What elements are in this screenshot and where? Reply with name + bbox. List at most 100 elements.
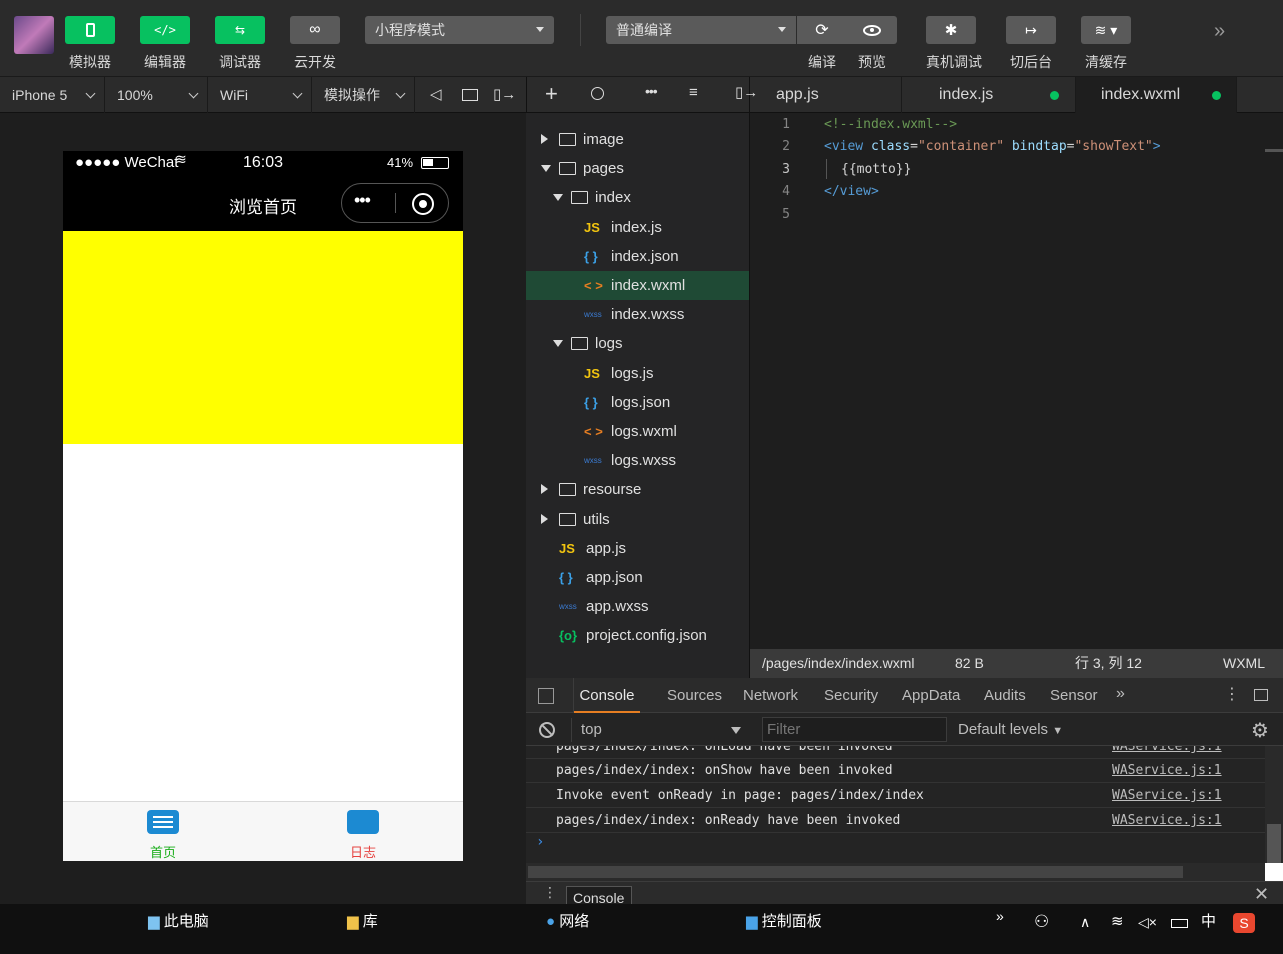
divider	[580, 14, 581, 46]
console-prompt-icon[interactable]: ›	[536, 834, 544, 850]
tree-item-app-js[interactable]: JS app.js	[526, 534, 749, 563]
chat-icon	[147, 810, 179, 834]
tree-item-index[interactable]: index	[526, 183, 749, 212]
taskbar-network[interactable]: ● 网络	[546, 904, 589, 954]
code-editor[interactable]: 1 2 3 4 5 <!--index.wxml--> <view class=…	[750, 113, 1283, 649]
tree-item-app-wxss[interactable]: wxss app.wxss	[526, 592, 749, 621]
preview-button[interactable]: 预览	[847, 16, 897, 72]
volume-icon[interactable]: ◁	[430, 85, 442, 103]
tree-item-logs[interactable]: logs	[526, 329, 749, 358]
wifi-icon[interactable]: ≋	[1111, 904, 1124, 954]
taskbar-this-pc[interactable]: ▆ 此电脑	[148, 904, 209, 954]
log-source-link[interactable]: WAService.js:1	[1112, 783, 1222, 808]
tree-item-index-wxss[interactable]: wxss index.wxss	[526, 300, 749, 329]
close-miniprogram-icon[interactable]	[412, 193, 434, 215]
clear-cache-button[interactable]: ≋ ▾ 清缓存	[1081, 16, 1131, 72]
drawer-tab-console[interactable]: Console	[566, 886, 632, 906]
battery-icon[interactable]	[1171, 919, 1188, 928]
devtools-tab-sources[interactable]: Sources	[667, 678, 722, 713]
phone-nav-bar: 浏览首页 •••	[63, 175, 463, 231]
console-scrollbar[interactable]	[1265, 746, 1283, 881]
undock-icon[interactable]	[1254, 689, 1268, 701]
taskbar-overflow-icon[interactable]: »	[996, 898, 1004, 948]
volume-muted-icon[interactable]: ◁×	[1138, 904, 1157, 954]
search-icon[interactable]	[591, 87, 604, 100]
devtools-tab-console[interactable]: Console	[574, 678, 640, 713]
simulator-button[interactable]: 模拟器	[65, 16, 115, 72]
detach-icon[interactable]: ▯→	[493, 85, 516, 103]
tree-item-label: app.js	[586, 539, 627, 557]
taskbar-library[interactable]: ▆ 库	[347, 904, 378, 954]
cloud-button[interactable]: ∞ 云开发	[290, 16, 340, 72]
devtools-tab-appdata[interactable]: AppData	[902, 678, 960, 713]
context-select[interactable]: top	[581, 713, 746, 746]
more-tabs-icon[interactable]: »	[1116, 685, 1125, 703]
clear-console-icon[interactable]	[539, 722, 555, 738]
tree-item-utils[interactable]: utils	[526, 505, 749, 534]
levels-select[interactable]: Default levels ▼	[958, 713, 1063, 746]
tree-item-logs-wxss[interactable]: wxss logs.wxss	[526, 446, 749, 475]
console-filter-input[interactable]	[762, 717, 947, 742]
compile-select[interactable]: 普通编译	[606, 16, 796, 44]
more-dots-icon[interactable]: •••	[354, 190, 371, 211]
more-dots-icon[interactable]: •••	[645, 83, 658, 99]
tab-app-js[interactable]: app.js	[751, 77, 901, 113]
chevron-up-icon[interactable]: ∧	[1080, 904, 1090, 954]
tab-home[interactable]: 首页	[123, 802, 203, 861]
background-button[interactable]: ↦ 切后台	[1006, 16, 1056, 72]
language-mode[interactable]: WXML	[1223, 649, 1265, 678]
tree-item-index-js[interactable]: JS index.js	[526, 213, 749, 242]
network-select[interactable]: WiFi	[208, 77, 312, 113]
devtools-tab-audits[interactable]: Audits	[984, 678, 1026, 713]
devtools-tab-network[interactable]: Network	[743, 678, 798, 713]
tree-item-project-config-json[interactable]: {o} project.config.json	[526, 621, 749, 650]
tree-item-index-wxml[interactable]: < > index.wxml	[526, 271, 749, 300]
kebab-menu-icon[interactable]: ⋮	[1224, 684, 1240, 704]
cursor-position[interactable]: 行 3, 列 12	[1075, 649, 1142, 678]
capsule-menu: •••	[341, 183, 449, 223]
taskbar-label: 控制面板	[761, 913, 822, 930]
console-h-scrollbar[interactable]	[526, 863, 1265, 881]
devtools-tab-sensor[interactable]: Sensor	[1050, 678, 1098, 713]
sogou-icon[interactable]: S	[1233, 913, 1255, 933]
ime-indicator[interactable]: 中	[1201, 904, 1216, 954]
tree-item-logs-json[interactable]: { } logs.json	[526, 388, 749, 417]
device-select[interactable]: iPhone 5	[0, 77, 105, 113]
real-debug-button[interactable]: ✱ 真机调试	[926, 16, 982, 72]
collapse-icon[interactable]: ≡	[689, 84, 698, 101]
taskbar-control-panel[interactable]: ▆ 控制面板	[746, 904, 822, 954]
divider	[395, 193, 396, 213]
devtools-tab-security[interactable]: Security	[824, 678, 878, 713]
close-icon[interactable]: ✕	[1254, 884, 1269, 905]
tree-item-pages[interactable]: pages	[526, 154, 749, 183]
tree-item-label: pages	[583, 160, 624, 178]
compile-button[interactable]: ⟳ 编译	[797, 16, 847, 72]
inspect-icon[interactable]	[538, 688, 554, 704]
tree-item-logs-wxml[interactable]: < > logs.wxml	[526, 417, 749, 446]
avatar[interactable]	[14, 16, 54, 54]
log-source-link[interactable]: WAService.js:1	[1112, 808, 1222, 833]
add-icon[interactable]: +	[545, 81, 558, 107]
container-view[interactable]	[63, 231, 463, 444]
wxml-file-icon: < >	[584, 424, 603, 439]
tab-log[interactable]: 日志	[323, 802, 403, 861]
tree-item-logs-js[interactable]: JS logs.js	[526, 359, 749, 388]
zoom-select[interactable]: 100%	[105, 77, 208, 113]
tree-item-resourse[interactable]: resourse	[526, 475, 749, 504]
drawer-menu-icon[interactable]: ⋮	[543, 884, 557, 901]
gear-icon[interactable]: ⚙	[1251, 718, 1269, 743]
people-icon[interactable]: ⚇	[1034, 904, 1049, 954]
tab-index-js[interactable]: index.js	[901, 77, 1075, 113]
tree-item-index-json[interactable]: { } index.json	[526, 242, 749, 271]
log-source-link[interactable]: WAService.js:1	[1112, 758, 1222, 783]
more-chevrons-icon[interactable]: »	[1214, 20, 1225, 43]
debugger-button[interactable]: ⇆ 调试器	[215, 16, 265, 72]
tree-item-image[interactable]: image	[526, 125, 749, 154]
simulate-ops-select[interactable]: 模拟操作	[312, 77, 415, 113]
screen-icon[interactable]	[462, 89, 478, 101]
wxss-file-icon: wxss	[584, 456, 602, 466]
mode-select[interactable]: 小程序模式	[365, 16, 554, 44]
tree-item-app-json[interactable]: { } app.json	[526, 563, 749, 592]
editor-button[interactable]: </> 编辑器	[140, 16, 190, 72]
tab-index-wxml[interactable]: index.wxml	[1075, 77, 1237, 113]
